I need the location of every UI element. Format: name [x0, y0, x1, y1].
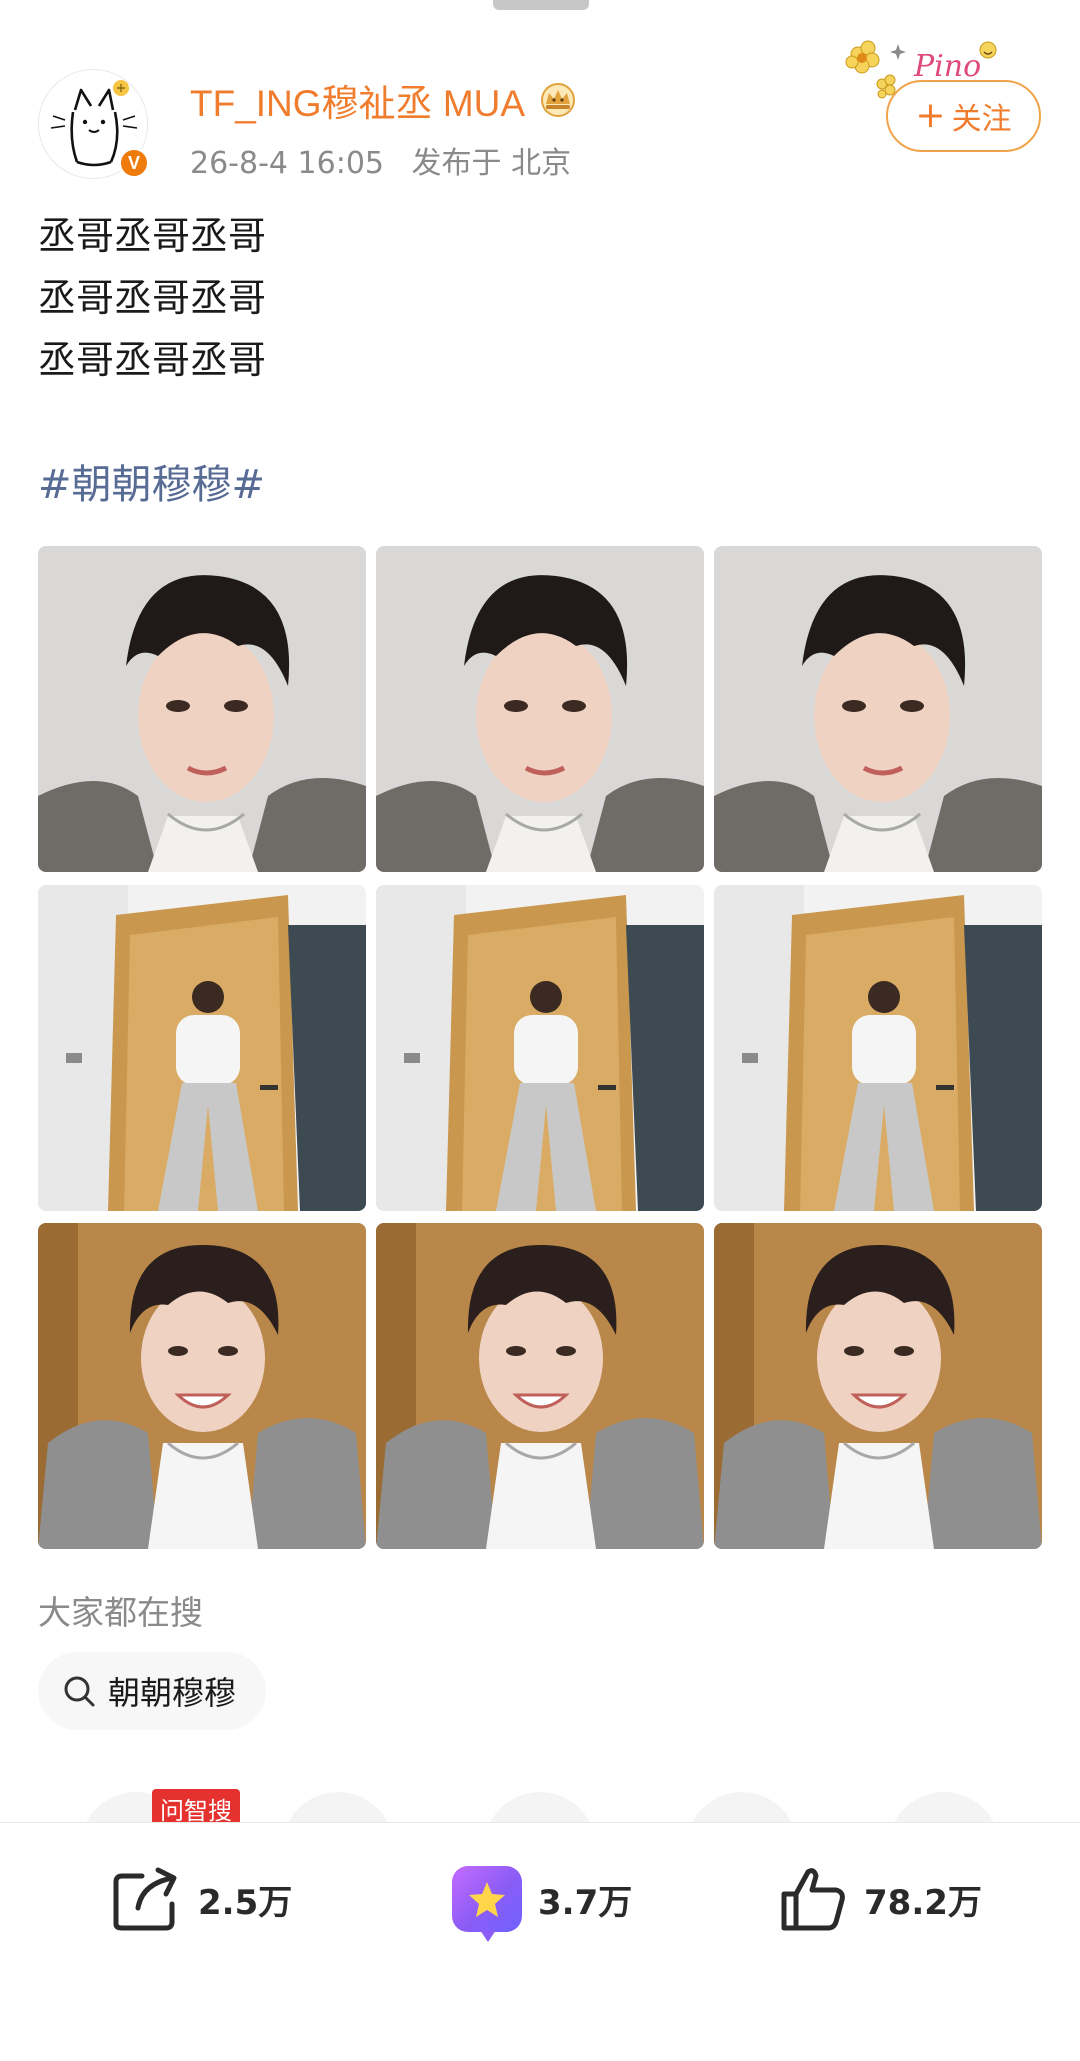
author-avatar-group[interactable]: V [38, 55, 154, 180]
bottom-action-bar: 2.5万 3.7万 78.2万 [0, 1822, 1080, 2061]
portrait-photo [714, 546, 1042, 872]
photo-thumbnail[interactable] [38, 546, 366, 872]
photo-thumbnail[interactable] [38, 885, 366, 1211]
selfie-photo [38, 1223, 366, 1549]
decoration-text: Pino [913, 49, 981, 84]
share-count: 2.5万 [198, 1882, 293, 1923]
verified-badge: V [118, 147, 150, 179]
photo-thumbnail[interactable] [714, 885, 1042, 1211]
photo-thumbnail[interactable] [714, 546, 1042, 872]
search-icon [64, 1676, 95, 1707]
photo-thumbnail[interactable] [376, 885, 704, 1211]
selfie-photo [714, 1223, 1042, 1549]
photo-thumbnail[interactable] [38, 1223, 366, 1549]
username-row[interactable]: TF_ING穆祉丞 MUA [190, 74, 581, 126]
weibo-post-page: V TF_ING穆祉丞 MUA 26-8-4 16:05 发布于 北京 Pino… [0, 0, 1080, 2061]
follow-label: 关注 [951, 102, 1012, 137]
post-body: 丞哥丞哥丞哥 丞哥丞哥丞哥 丞哥丞哥丞哥 [38, 205, 266, 391]
search-suggestion-chip[interactable]: 朝朝穆穆 [38, 1652, 267, 1730]
username[interactable]: TF_ING穆祉丞 MUA [190, 73, 525, 127]
like-button[interactable]: 78.2万 [778, 1861, 982, 1937]
trending-search-heading: 大家都在搜 [38, 1593, 203, 1632]
post-meta: 26-8-4 16:05 发布于 北京 [190, 138, 589, 182]
star-icon [452, 1866, 522, 1942]
search-chip-label: 朝朝穆穆 [108, 1674, 237, 1712]
crown-member-icon [541, 83, 576, 117]
follow-button[interactable]: + 关注 [886, 80, 1041, 152]
full-body-photo [376, 885, 704, 1211]
portrait-photo [38, 546, 366, 872]
post-time: 26-8-4 16:05 [190, 146, 384, 181]
portrait-photo [376, 546, 704, 872]
favorite-count: 3.7万 [538, 1882, 633, 1923]
hashtag-link[interactable]: #朝朝穆穆# [38, 455, 265, 515]
thumbs-up-icon [781, 1868, 845, 1931]
post-line: 丞哥丞哥丞哥 [38, 338, 267, 382]
photo-thumbnail[interactable] [376, 546, 704, 872]
sheet-grab-handle[interactable] [493, 0, 589, 10]
full-body-photo [714, 885, 1042, 1211]
full-body-photo [38, 885, 366, 1211]
favorite-button[interactable]: 3.7万 [452, 1861, 633, 1942]
like-count: 78.2万 [864, 1882, 982, 1923]
photo-grid [38, 546, 1042, 1549]
share-icon [113, 1867, 177, 1931]
star-glyph [469, 1882, 505, 1917]
photo-thumbnail[interactable] [714, 1223, 1042, 1549]
share-button[interactable]: 2.5万 [112, 1861, 292, 1937]
plus-icon: + [915, 95, 946, 136]
post-line: 丞哥丞哥丞哥 [38, 214, 267, 258]
post-location: 发布于 北京 [411, 146, 572, 181]
post-line: 丞哥丞哥丞哥 [38, 276, 267, 320]
photo-thumbnail[interactable] [376, 1223, 704, 1549]
selfie-photo [376, 1223, 704, 1549]
